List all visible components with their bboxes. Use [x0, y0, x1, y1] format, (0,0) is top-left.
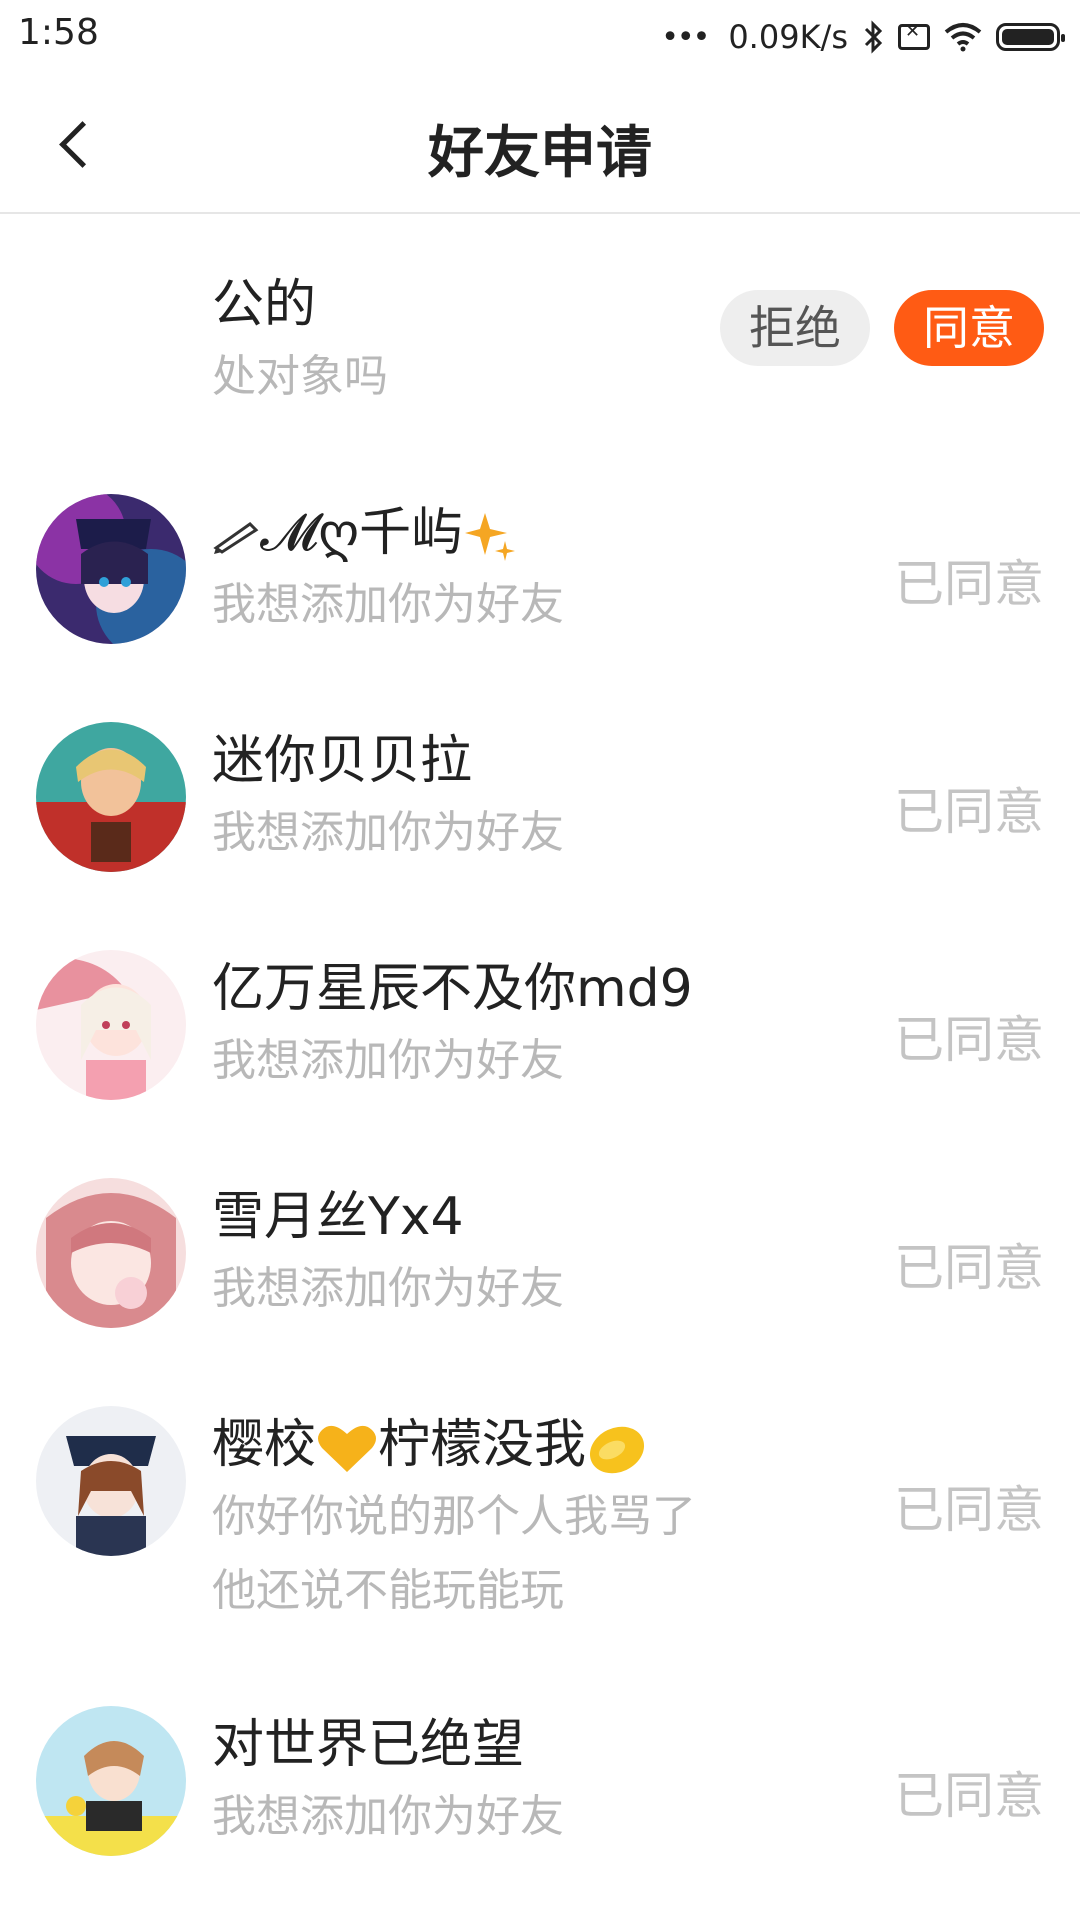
more-dots-icon: •••	[661, 19, 710, 55]
friend-request-row[interactable]: 樱校 柠檬没我 你好你说的那个人我骂了他还说不能玩能玩 已同意	[0, 1354, 1080, 1654]
requester-name: 雪月丝Yx4	[212, 1187, 464, 1247]
status-label: 已同意	[894, 783, 1044, 841]
friend-request-row[interactable]: 对世界已绝望 我想添加你为好友 已同意	[0, 1654, 1080, 1882]
avatar[interactable]	[36, 1706, 186, 1856]
requester-name-part2: 柠檬没我	[378, 1415, 587, 1475]
status-label: 已同意	[894, 1239, 1044, 1297]
friend-request-row[interactable]: 雪月丝Yx4 我想添加你为好友 已同意	[0, 1126, 1080, 1354]
request-message: 我想添加你为好友	[212, 579, 564, 630]
requester-name: 公的	[212, 275, 317, 335]
network-speed: 0.09K/s	[728, 18, 848, 56]
sparkles-icon	[465, 513, 516, 561]
requester-name-text: 𝓜ღ千屿	[260, 503, 464, 563]
nav-header: 好友申请	[0, 76, 1080, 214]
avatar[interactable]	[36, 1406, 186, 1556]
request-message: 你好你说的那个人我骂了他还说不能玩能玩	[212, 1491, 696, 1616]
no-sim-icon	[898, 21, 930, 50]
agree-button[interactable]: 同意	[894, 290, 1044, 366]
avatar[interactable]	[36, 1178, 186, 1328]
battery-icon	[996, 23, 1065, 51]
friend-request-row[interactable]: 亿万星辰不及你md9 我想添加你为好友 已同意	[0, 898, 1080, 1126]
requester-name: 𝓜ღ千屿	[212, 490, 517, 565]
reject-button[interactable]: 拒绝	[720, 290, 870, 366]
status-icons: ••• 0.09K/s	[661, 12, 1065, 62]
requester-name: 迷你贝贝拉	[212, 731, 473, 791]
status-time: 1:58	[18, 12, 99, 53]
page-title: 好友申请	[428, 121, 652, 186]
status-label: 已同意	[894, 1011, 1044, 1069]
wifi-icon	[944, 23, 982, 52]
request-message: 我想添加你为好友	[212, 1263, 564, 1314]
friend-request-row[interactable]: 公的 处对象吗 拒绝 同意	[0, 214, 1080, 442]
requester-name: 樱校 柠檬没我	[212, 1402, 648, 1477]
friend-request-row[interactable]: 迷你贝贝拉 我想添加你为好友 已同意	[0, 670, 1080, 898]
requester-name: 亿万星辰不及你md9	[212, 959, 693, 1019]
bluetooth-icon	[864, 20, 883, 54]
lemon-icon	[590, 1426, 645, 1474]
friend-request-row[interactable]: 𝓜ღ千屿 我想添加你为好友 已同意	[0, 442, 1080, 670]
avatar[interactable]	[36, 722, 186, 872]
status-label: 已同意	[894, 555, 1044, 613]
request-message: 我想添加你为好友	[212, 1791, 564, 1842]
avatar[interactable]	[36, 950, 186, 1100]
status-label: 已同意	[894, 1481, 1044, 1539]
avatar[interactable]	[36, 494, 186, 644]
request-message: 我想添加你为好友	[212, 1035, 564, 1086]
requester-name: 对世界已绝望	[212, 1715, 525, 1775]
status-label: 已同意	[894, 1767, 1044, 1825]
request-message: 我想添加你为好友	[212, 807, 564, 858]
pencil-icon	[213, 522, 259, 554]
requester-name-part1: 樱校	[212, 1415, 317, 1475]
yellow-heart-icon	[318, 1425, 377, 1472]
friend-request-list: 公的 处对象吗 拒绝 同意 𝓜ღ千屿 我想添加你为好友 已同意 迷你贝贝拉 我想…	[0, 214, 1080, 1882]
status-bar: 1:58 ••• 0.09K/s	[0, 0, 1080, 76]
